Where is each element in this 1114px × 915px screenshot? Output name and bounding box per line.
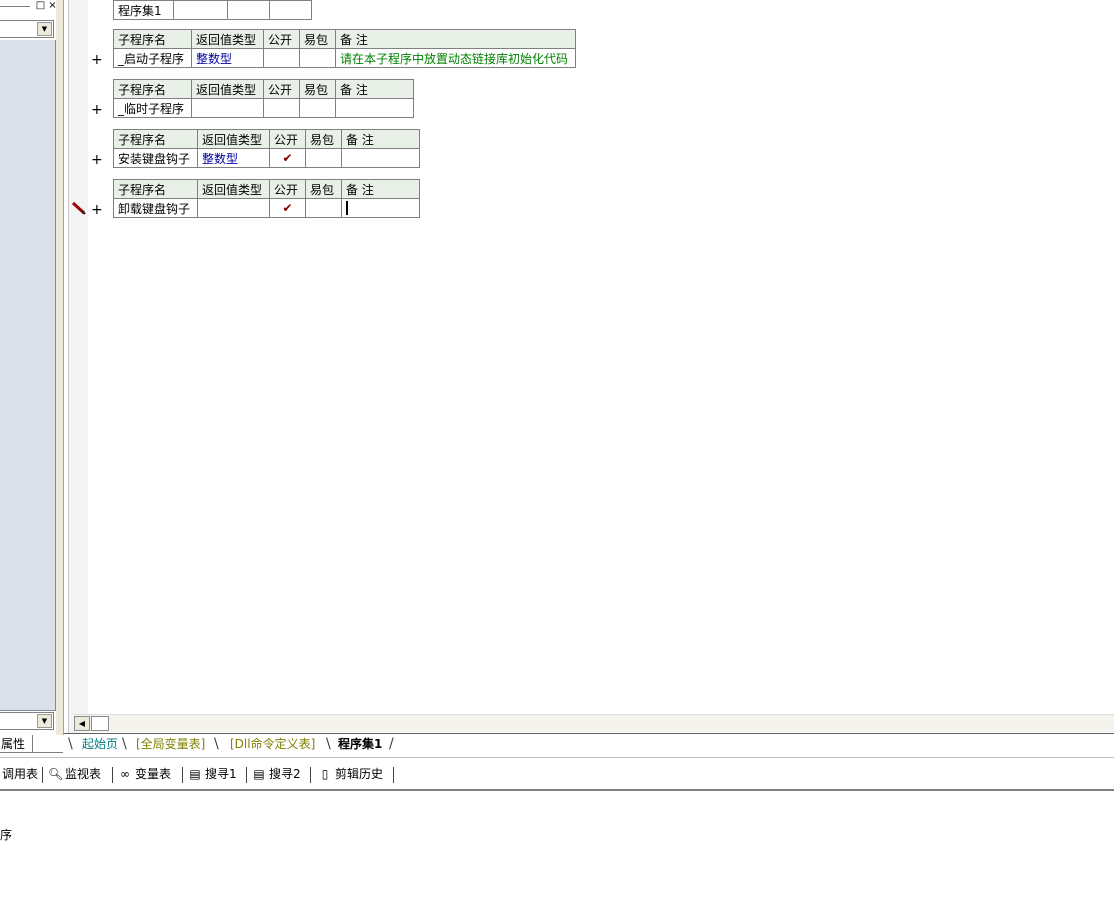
search-doc-icon: ▤ [253, 767, 265, 781]
header-name: 子程序名 [113, 129, 198, 149]
chevron-down-icon[interactable]: ▼ [37, 22, 52, 36]
header-note: 备 注 [341, 179, 420, 199]
tab-divider: \ [68, 736, 73, 752]
header-easy-pack: 易包 [299, 29, 336, 49]
program-set-cell[interactable] [269, 0, 312, 20]
header-name: 子程序名 [113, 179, 198, 199]
toolbar-divider [112, 767, 113, 783]
tab-start-page[interactable]: 起始页 [74, 735, 126, 753]
horizontal-scrollbar[interactable]: ◀ [74, 714, 1114, 732]
easy-pack-cell[interactable] [305, 198, 342, 218]
variable-table-button[interactable]: ∞ 变量表 [118, 766, 171, 782]
left-panel-tree[interactable] [0, 40, 56, 711]
subroutine-table: 子程序名 返回值类型 公开 易包 备 注 _临时子程序 [113, 79, 414, 118]
tab-global-variables[interactable]: [全局变量表] [128, 735, 213, 753]
program-set-name[interactable]: 程序集1 [113, 0, 174, 20]
text-caret [346, 201, 348, 216]
subroutine-name-cell[interactable]: _临时子程序 [113, 98, 192, 118]
left-panel-bottom-dropdown[interactable]: ▼ [0, 712, 54, 730]
toolbar-divider [310, 767, 311, 783]
magnifier-icon: 🔍︎ [48, 767, 64, 781]
left-panel-splitter[interactable] [56, 0, 63, 735]
header-return-type: 返回值类型 [197, 129, 270, 149]
editor-gutter [68, 0, 88, 735]
tab-divider: \ [214, 736, 219, 752]
subroutine-table: 子程序名 返回值类型 公开 易包 备 注 安装键盘钩子 整数型 ✔ [113, 129, 420, 168]
call-table-button[interactable]: 调用表 [2, 766, 38, 782]
header-note: 备 注 [335, 79, 414, 99]
header-name: 子程序名 [113, 79, 192, 99]
tab-program-set[interactable]: 程序集1 [330, 735, 390, 753]
return-type-cell[interactable] [197, 198, 270, 218]
subroutine-name-cell[interactable]: _启动子程序 [113, 48, 192, 68]
search1-button[interactable]: ▤ 搜寻1 [188, 766, 236, 782]
watch-table-button[interactable]: 🔍︎ 监视表 [48, 766, 101, 782]
output-text: 序 [0, 828, 13, 842]
subroutine-table: 子程序名 返回值类型 公开 易包 备 注 _启动子程序 整数型 请在本子程序中放… [113, 29, 576, 68]
public-cell[interactable] [263, 98, 300, 118]
note-cell[interactable]: 请在本子程序中放置动态链接库初始化代码 [335, 48, 576, 68]
document-tabbar: \ 起始页 \ [全局变量表] \ [Dll命令定义表] \ 程序集1 / [64, 733, 1114, 756]
public-cell[interactable] [263, 48, 300, 68]
easy-pack-cell[interactable] [299, 98, 336, 118]
subroutine-name-cell[interactable]: 安装键盘钩子 [113, 148, 198, 168]
expand-icon[interactable]: + [91, 153, 103, 167]
header-public: 公开 [269, 179, 306, 199]
left-panel-title-line [0, 6, 30, 7]
return-type-cell[interactable] [191, 98, 264, 118]
clip-history-button[interactable]: ▯ 剪辑历史 [318, 766, 383, 782]
toolbar-divider [393, 767, 394, 783]
search2-button[interactable]: ▤ 搜寻2 [252, 766, 300, 782]
checkmark-icon[interactable]: ✔ [269, 198, 306, 218]
note-cell[interactable] [341, 198, 420, 218]
expand-icon[interactable]: + [91, 53, 103, 67]
checkmark-icon[interactable]: ✔ [269, 148, 306, 168]
header-return-type: 返回值类型 [197, 179, 270, 199]
toolbar-divider [182, 767, 183, 783]
left-panel-dropdown[interactable]: ▼ [0, 20, 54, 38]
header-easy-pack: 易包 [305, 129, 342, 149]
tab-dll-commands[interactable]: [Dll命令定义表] [222, 735, 323, 753]
header-public: 公开 [263, 79, 300, 99]
header-public: 公开 [263, 29, 300, 49]
left-tab-line [33, 752, 63, 753]
chevron-down-icon[interactable]: ▼ [37, 714, 52, 728]
variable-icon: ∞ [120, 767, 130, 781]
scroll-thumb[interactable] [91, 716, 109, 731]
program-set-cell[interactable] [173, 0, 228, 20]
program-set-cell[interactable] [227, 0, 270, 20]
header-return-type: 返回值类型 [191, 29, 264, 49]
easy-pack-cell[interactable] [305, 148, 342, 168]
tab-divider: \ [122, 736, 127, 752]
header-note: 备 注 [335, 29, 576, 49]
toolbar-divider [42, 767, 43, 783]
toolbar-divider [246, 767, 247, 783]
clipboard-icon: ▯ [321, 767, 329, 781]
scroll-left-icon[interactable]: ◀ [74, 716, 90, 731]
return-type-cell[interactable]: 整数型 [191, 48, 264, 68]
return-type-cell[interactable]: 整数型 [197, 148, 270, 168]
easy-pack-cell[interactable] [299, 48, 336, 68]
header-note: 备 注 [341, 129, 420, 149]
restore-icon[interactable]: □ [35, 0, 46, 11]
tab-divider: / [389, 736, 394, 752]
header-easy-pack: 易包 [299, 79, 336, 99]
search-doc-icon: ▤ [189, 767, 201, 781]
header-name: 子程序名 [113, 29, 192, 49]
subroutine-table: 子程序名 返回值类型 公开 易包 备 注 卸载键盘钩子 ✔ [113, 179, 420, 218]
program-set-table: 程序集1 [113, 0, 312, 20]
pencil-icon [71, 201, 86, 215]
subroutine-name-cell[interactable]: 卸载键盘钩子 [113, 198, 198, 218]
tab-properties[interactable]: 属性 [0, 735, 33, 753]
note-cell[interactable] [341, 148, 420, 168]
expand-icon[interactable]: + [91, 203, 103, 217]
note-cell[interactable] [335, 98, 414, 118]
header-public: 公开 [269, 129, 306, 149]
header-return-type: 返回值类型 [191, 79, 264, 99]
header-easy-pack: 易包 [305, 179, 342, 199]
expand-icon[interactable]: + [91, 103, 103, 117]
bottom-toolbar: 调用表 🔍︎ 监视表 ∞ 变量表 ▤ 搜寻1 ▤ 搜寻2 ▯ 剪辑历史 [0, 757, 1114, 791]
